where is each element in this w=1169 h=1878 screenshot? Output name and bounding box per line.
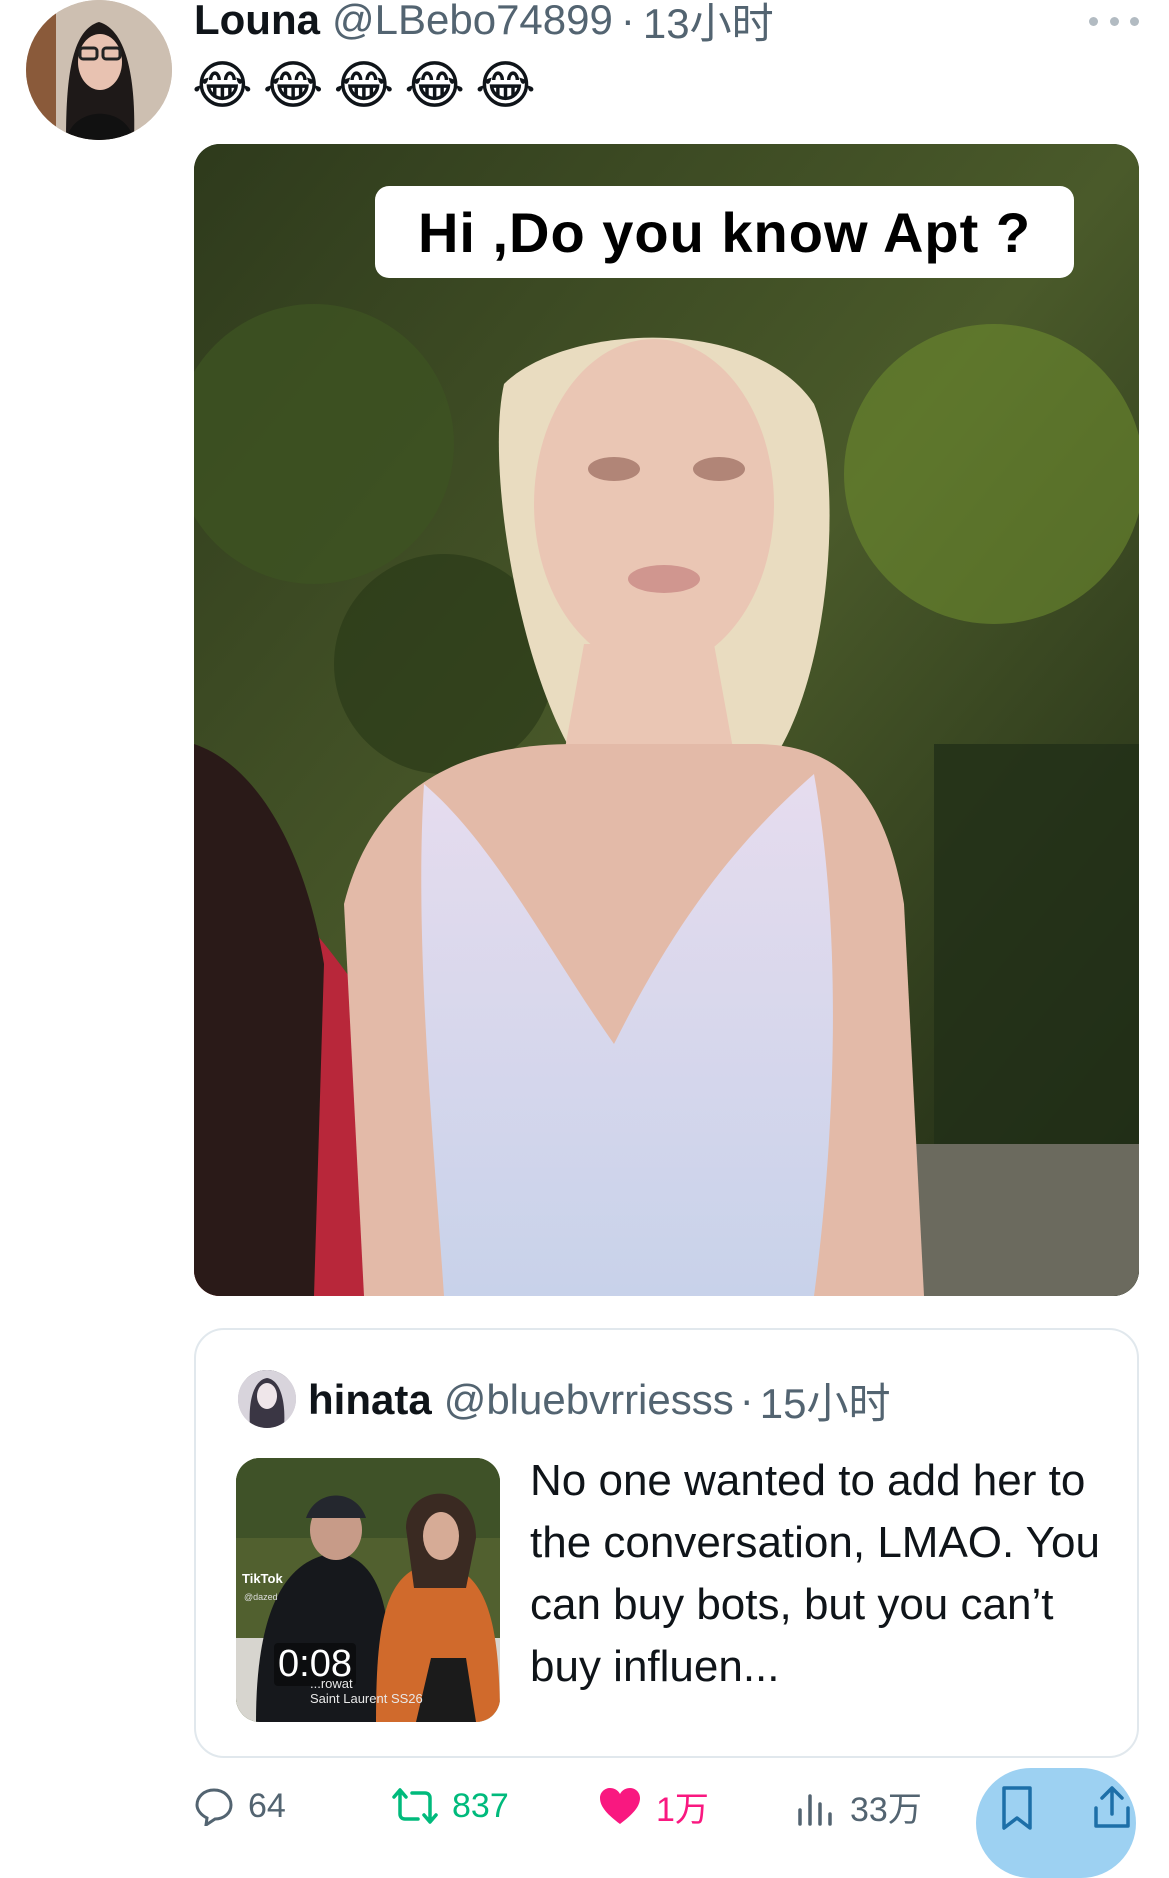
post-header: Louna @LBebo74899 · 13小时 xyxy=(194,0,774,48)
quoted-author-name: hinata xyxy=(308,1376,432,1423)
thumbnail-caption-line: Saint Laurent SS26 xyxy=(310,1691,423,1706)
heart-icon xyxy=(600,1788,640,1824)
post-timestamp[interactable]: 13小时 xyxy=(643,0,774,51)
quoted-video-thumbnail[interactable]: TikTok @dazed 0:08 ...rowat Saint Lauren… xyxy=(236,1458,500,1722)
media-caption: Hi ,Do you know Apt ? xyxy=(375,186,1074,278)
like-count: 1万 xyxy=(656,1790,709,1829)
tiktok-watermark-user: @dazed xyxy=(244,1592,278,1602)
laughing-emoji: 😂 xyxy=(262,57,324,115)
repost-count: 837 xyxy=(452,1786,509,1825)
like-button[interactable]: 1万 xyxy=(598,1784,709,1829)
quoted-author-avatar xyxy=(238,1370,296,1428)
views-button[interactable]: 33万 xyxy=(796,1784,922,1829)
separator-dot: · xyxy=(739,1376,754,1423)
quoted-author-handle: @bluebvrriesss xyxy=(443,1376,734,1423)
tiktok-watermark: TikTok xyxy=(242,1571,283,1586)
separator-dot: · xyxy=(620,0,635,43)
author-avatar[interactable] xyxy=(26,0,172,140)
post-text: 😂 😂 😂 😂 😂 xyxy=(192,56,536,116)
thumbnail-caption: ...rowat Saint Laurent SS26 xyxy=(310,1676,423,1706)
repost-icon xyxy=(392,1788,438,1824)
share-icon[interactable] xyxy=(1090,1784,1134,1830)
more-options-icon[interactable] xyxy=(1089,4,1139,38)
repost-button[interactable]: 837 xyxy=(392,1784,509,1828)
views-count: 33万 xyxy=(850,1790,922,1829)
laughing-emoji: 😂 xyxy=(475,57,536,115)
reply-count: 64 xyxy=(248,1786,286,1825)
quoted-post-card[interactable]: hinata @bluebvrriesss · 15小时 TikTok @daz… xyxy=(194,1328,1139,1758)
bookmark-icon[interactable] xyxy=(1000,1786,1034,1830)
author-name[interactable]: Louna xyxy=(194,0,320,44)
post-media-video[interactable]: Hi ,Do you know Apt ? xyxy=(194,144,1139,1296)
thumbnail-caption-line: ...rowat xyxy=(310,1676,353,1691)
quoted-post-header: hinata @bluebvrriesss · 15小时 xyxy=(308,1370,890,1430)
reply-button[interactable]: 64 xyxy=(194,1784,286,1828)
reply-icon xyxy=(195,1788,233,1826)
laughing-emoji: 😂 xyxy=(404,57,466,115)
laughing-emoji: 😂 xyxy=(192,57,253,115)
quoted-post-timestamp: 15小时 xyxy=(759,1379,891,1427)
laughing-emoji: 😂 xyxy=(333,57,395,115)
author-handle[interactable]: @LBebo74899 xyxy=(332,0,613,44)
quoted-post-text: No one wanted to add her to the conversa… xyxy=(530,1456,1100,1691)
views-chart-icon xyxy=(798,1794,832,1826)
